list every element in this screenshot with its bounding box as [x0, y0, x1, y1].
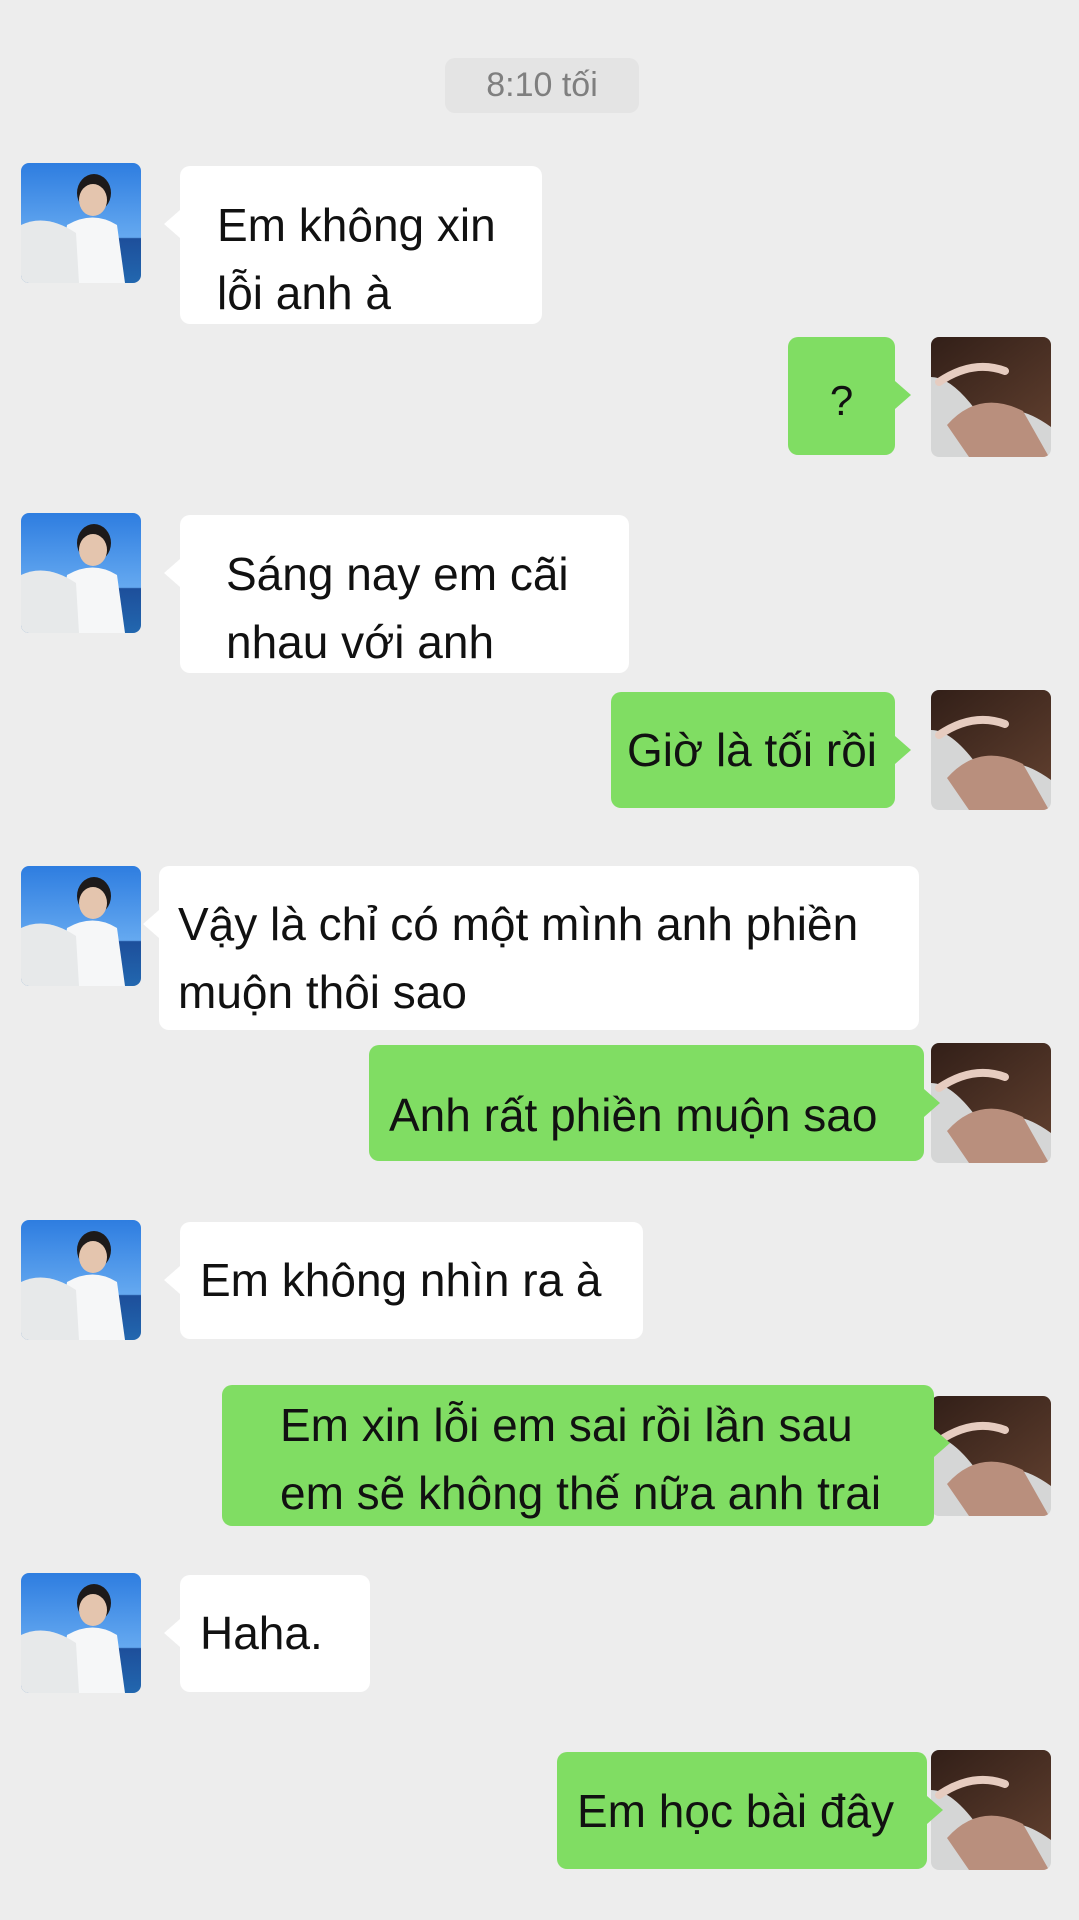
self-avatar[interactable]: [931, 690, 1051, 810]
message-bubble[interactable]: Em xin lỗi em sai rồi lần sau em sẽ khôn…: [222, 1385, 950, 1526]
message-text: Vậy là chỉ có một mình anh phiền muộn th…: [178, 898, 859, 1018]
message-bubble[interactable]: Em học bài đây: [557, 1752, 943, 1869]
contact-avatar[interactable]: [21, 1573, 141, 1693]
self-avatar[interactable]: [931, 1750, 1051, 1870]
message-text: Em học bài đây: [577, 1785, 895, 1837]
message-text: Em xin lỗi em sai rồi lần sau em sẽ khôn…: [280, 1399, 882, 1519]
message-text: Em không xin lỗi anh à: [217, 199, 496, 319]
contact-avatar[interactable]: [21, 513, 141, 633]
message-bubble[interactable]: Anh rất phiền muộn sao: [369, 1045, 940, 1161]
self-avatar[interactable]: [931, 337, 1051, 457]
message-text: Sáng nay em cãi nhau với anh: [226, 548, 569, 668]
message-text: Anh rất phiền muộn sao: [389, 1089, 878, 1141]
message-bubble[interactable]: Em không xin lỗi anh à: [164, 166, 542, 324]
message-bubble[interactable]: Sáng nay em cãi nhau với anh: [164, 515, 629, 673]
message-text: Em không nhìn ra à: [200, 1254, 602, 1306]
contact-avatar[interactable]: [21, 163, 141, 283]
message-bubble[interactable]: Haha.: [164, 1575, 370, 1692]
message-bubble[interactable]: ?: [788, 337, 911, 455]
self-avatar[interactable]: [931, 1043, 1051, 1163]
message-bubble[interactable]: Vậy là chỉ có một mình anh phiền muộn th…: [143, 866, 919, 1030]
message-text: Giờ là tối rồi: [627, 724, 878, 776]
contact-avatar[interactable]: [21, 866, 141, 986]
message-text: Haha.: [200, 1607, 323, 1659]
contact-avatar[interactable]: [21, 1220, 141, 1340]
chat-timestamp: 8:10 tối: [445, 58, 639, 113]
message-text: ?: [829, 377, 854, 424]
message-bubble[interactable]: Em không nhìn ra à: [164, 1222, 643, 1339]
message-bubble[interactable]: Giờ là tối rồi: [611, 692, 911, 808]
